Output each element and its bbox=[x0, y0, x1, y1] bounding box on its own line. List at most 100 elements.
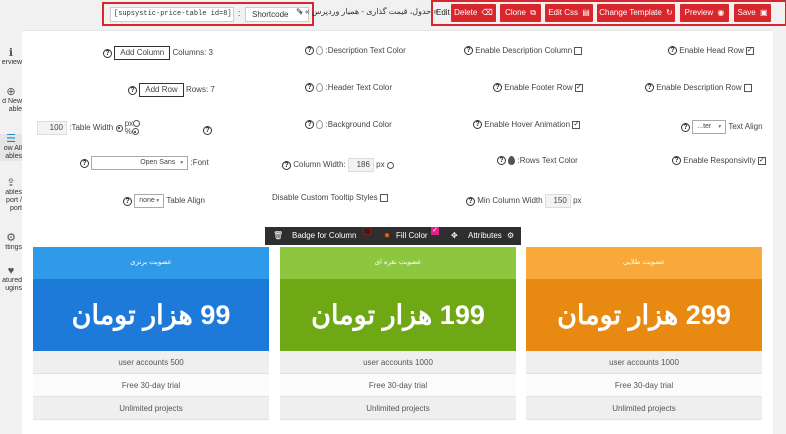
delete-label: Delete bbox=[454, 8, 478, 17]
pricing-row[interactable]: user accounts 1000 bbox=[526, 351, 762, 374]
pricing-column-price[interactable]: 99 هزار تومان bbox=[33, 279, 269, 351]
edit-css-button[interactable]: Edit Css ▤ bbox=[545, 4, 593, 22]
help-icon[interactable]: ? bbox=[305, 46, 314, 56]
sidebar-item-overview[interactable]: ℹ erview bbox=[0, 48, 22, 67]
preview-label: Preview bbox=[684, 8, 714, 17]
table-title-text: « حدول، قیمت گذاری - همیار وردپرس » bbox=[304, 7, 438, 16]
enable-hover-control: ? Enable Hover Animation ✓ bbox=[473, 120, 581, 130]
pricing-column-price[interactable]: 299 هزار تومان bbox=[526, 279, 762, 351]
help-icon[interactable]: ? bbox=[668, 46, 677, 56]
edit-css-label: Edit Css bbox=[548, 8, 578, 17]
help-icon[interactable]: ? bbox=[672, 156, 681, 166]
attributes-label[interactable]: Attributes bbox=[468, 227, 502, 245]
sidebar-item-show-all-tables[interactable]: ☰ ow All ables bbox=[0, 134, 22, 161]
sidebar-item-label: ow All ables bbox=[3, 145, 22, 160]
save-button[interactable]: Save ▣ bbox=[734, 4, 771, 22]
disable-tooltip-label: Disable Custom Tooltip Styles bbox=[272, 193, 378, 202]
text-align-select[interactable]: ...ter ▼ bbox=[692, 120, 727, 134]
table-width-px-radio[interactable] bbox=[115, 124, 123, 132]
min-column-width-control: ? Min Column Width 150 px bbox=[466, 194, 582, 208]
delete-button[interactable]: Delete ⌫ bbox=[451, 4, 496, 22]
help-icon[interactable]: ? bbox=[80, 158, 89, 168]
pricing-row[interactable]: Free 30-day trial bbox=[33, 374, 269, 397]
sidebar-item-settings[interactable]: ⚙ ttings bbox=[0, 233, 22, 252]
font-select[interactable]: Open Sans ▼ bbox=[91, 156, 189, 170]
help-icon[interactable]: ? bbox=[203, 126, 212, 136]
help-icon[interactable]: ? bbox=[305, 120, 314, 130]
pricing-column[interactable]: عضویت برنزی 99 هزار تومان user accounts … bbox=[33, 247, 269, 434]
help-icon[interactable]: ? bbox=[497, 156, 506, 166]
pricing-column-price[interactable]: 199 هزار تومان bbox=[280, 279, 516, 351]
pricing-row[interactable]: user accounts 500 bbox=[33, 351, 269, 374]
help-icon[interactable]: ? bbox=[128, 85, 137, 95]
droplet-icon[interactable] bbox=[316, 46, 324, 56]
desc-text-color-control: ? :Description Text Color bbox=[305, 46, 406, 56]
shortcode-type-value: Shortcode bbox=[252, 10, 289, 19]
eye-icon: ◉ bbox=[717, 8, 725, 17]
pricing-row[interactable]: Unlimited projects bbox=[280, 397, 516, 420]
table-width-input[interactable]: 100 bbox=[37, 121, 67, 135]
pencil-icon[interactable]: ✎ bbox=[296, 7, 303, 16]
pricing-row[interactable]: Unlimited projects bbox=[33, 397, 269, 420]
page-scrollbar[interactable] bbox=[773, 30, 786, 434]
help-icon[interactable]: ? bbox=[466, 196, 475, 206]
droplet-icon[interactable] bbox=[508, 156, 516, 166]
rows-count: Rows: 7 bbox=[185, 85, 215, 95]
column-width-input[interactable]: 186 bbox=[347, 158, 374, 172]
help-icon[interactable]: ? bbox=[305, 83, 314, 93]
save-icon: ▣ bbox=[759, 8, 768, 17]
pricing-column-header[interactable]: عضویت طلایی bbox=[526, 247, 762, 279]
help-icon[interactable]: ? bbox=[103, 48, 112, 58]
help-icon[interactable]: ? bbox=[473, 120, 482, 130]
px-radio[interactable] bbox=[133, 120, 141, 128]
help-icon[interactable]: ? bbox=[493, 83, 502, 93]
pricing-column-header[interactable]: عضویت برنزی bbox=[33, 247, 269, 279]
enable-desc-column-checkbox[interactable] bbox=[574, 46, 583, 55]
pricing-column[interactable]: عضویت نقره ای 199 هزار تومان user accoun… bbox=[280, 247, 516, 434]
min-column-width-input[interactable]: 150 bbox=[544, 194, 571, 208]
help-icon[interactable]: ? bbox=[282, 160, 291, 170]
sidebar-item-add-new-table[interactable]: ⊕ d New able bbox=[0, 87, 22, 114]
preview-button[interactable]: Preview ◉ bbox=[680, 4, 729, 22]
column-width-unit-radio[interactable] bbox=[386, 161, 394, 169]
badge-for-column-label[interactable]: Badge for Column bbox=[292, 227, 356, 245]
pricing-row[interactable]: user accounts 1000 bbox=[280, 351, 516, 374]
enable-hover-checkbox[interactable]: ✓ bbox=[572, 120, 581, 129]
table-align-select[interactable]: none ▼ bbox=[134, 194, 165, 208]
gear-icon[interactable]: ⚙ bbox=[507, 227, 514, 245]
help-icon[interactable]: ? bbox=[464, 46, 473, 56]
add-column-button[interactable]: Add Column bbox=[114, 46, 171, 60]
droplet-icon[interactable] bbox=[316, 120, 324, 130]
upload-icon: ⇪ bbox=[6, 178, 16, 189]
change-template-button[interactable]: Change Template ↻ bbox=[597, 4, 675, 22]
enable-head-row-checkbox[interactable]: ✓ bbox=[745, 46, 754, 55]
pricing-row[interactable]: Free 30-day trial bbox=[280, 374, 516, 397]
percent-radio[interactable] bbox=[131, 128, 139, 136]
help-icon[interactable]: ? bbox=[123, 196, 132, 206]
pricing-row[interactable]: Unlimited projects bbox=[526, 397, 762, 420]
sidebar-item-import-export[interactable]: ⇪ ables port / port bbox=[0, 178, 22, 213]
column-width-control: ? Column Width: 186 px bbox=[282, 158, 394, 172]
sidebar-item-featured-plugins[interactable]: ♥ atured ugins bbox=[0, 266, 22, 293]
enable-desc-row-label: Enable Description Row bbox=[656, 83, 742, 92]
fill-color-label[interactable]: Fill Color bbox=[396, 227, 428, 245]
clone-button[interactable]: Clone ⧉ bbox=[500, 4, 541, 22]
droplet-icon[interactable] bbox=[316, 83, 324, 93]
move-icon[interactable]: ✥ bbox=[451, 227, 458, 245]
help-icon[interactable]: ? bbox=[645, 83, 654, 93]
enable-desc-row-checkbox[interactable] bbox=[743, 83, 752, 92]
pricing-column-header[interactable]: عضویت نقره ای bbox=[280, 247, 516, 279]
trash-icon[interactable]: 🗑 bbox=[273, 227, 283, 245]
add-row-button[interactable]: Add Row bbox=[139, 83, 184, 97]
fill-color-icon[interactable]: ● bbox=[384, 227, 390, 245]
table-title[interactable]: ✎ « حدول، قیمت گذاری - همیار وردپرس » bbox=[296, 7, 438, 16]
pricing-column[interactable]: عضویت طلایی 299 هزار تومان user accounts… bbox=[526, 247, 762, 434]
disable-tooltip-checkbox[interactable] bbox=[379, 193, 388, 202]
pricing-row[interactable]: Free 30-day trial bbox=[526, 374, 762, 397]
help-icon[interactable]: ? bbox=[681, 122, 690, 132]
shortcode-input[interactable]: [supsystic-price-table id=8] bbox=[110, 7, 234, 22]
chevron-down-icon: ▼ bbox=[717, 124, 723, 130]
enable-footer-row-checkbox[interactable]: ✓ bbox=[574, 83, 583, 92]
change-template-label: Change Template bbox=[599, 8, 662, 17]
enable-responsivity-checkbox[interactable]: ✓ bbox=[757, 156, 766, 165]
